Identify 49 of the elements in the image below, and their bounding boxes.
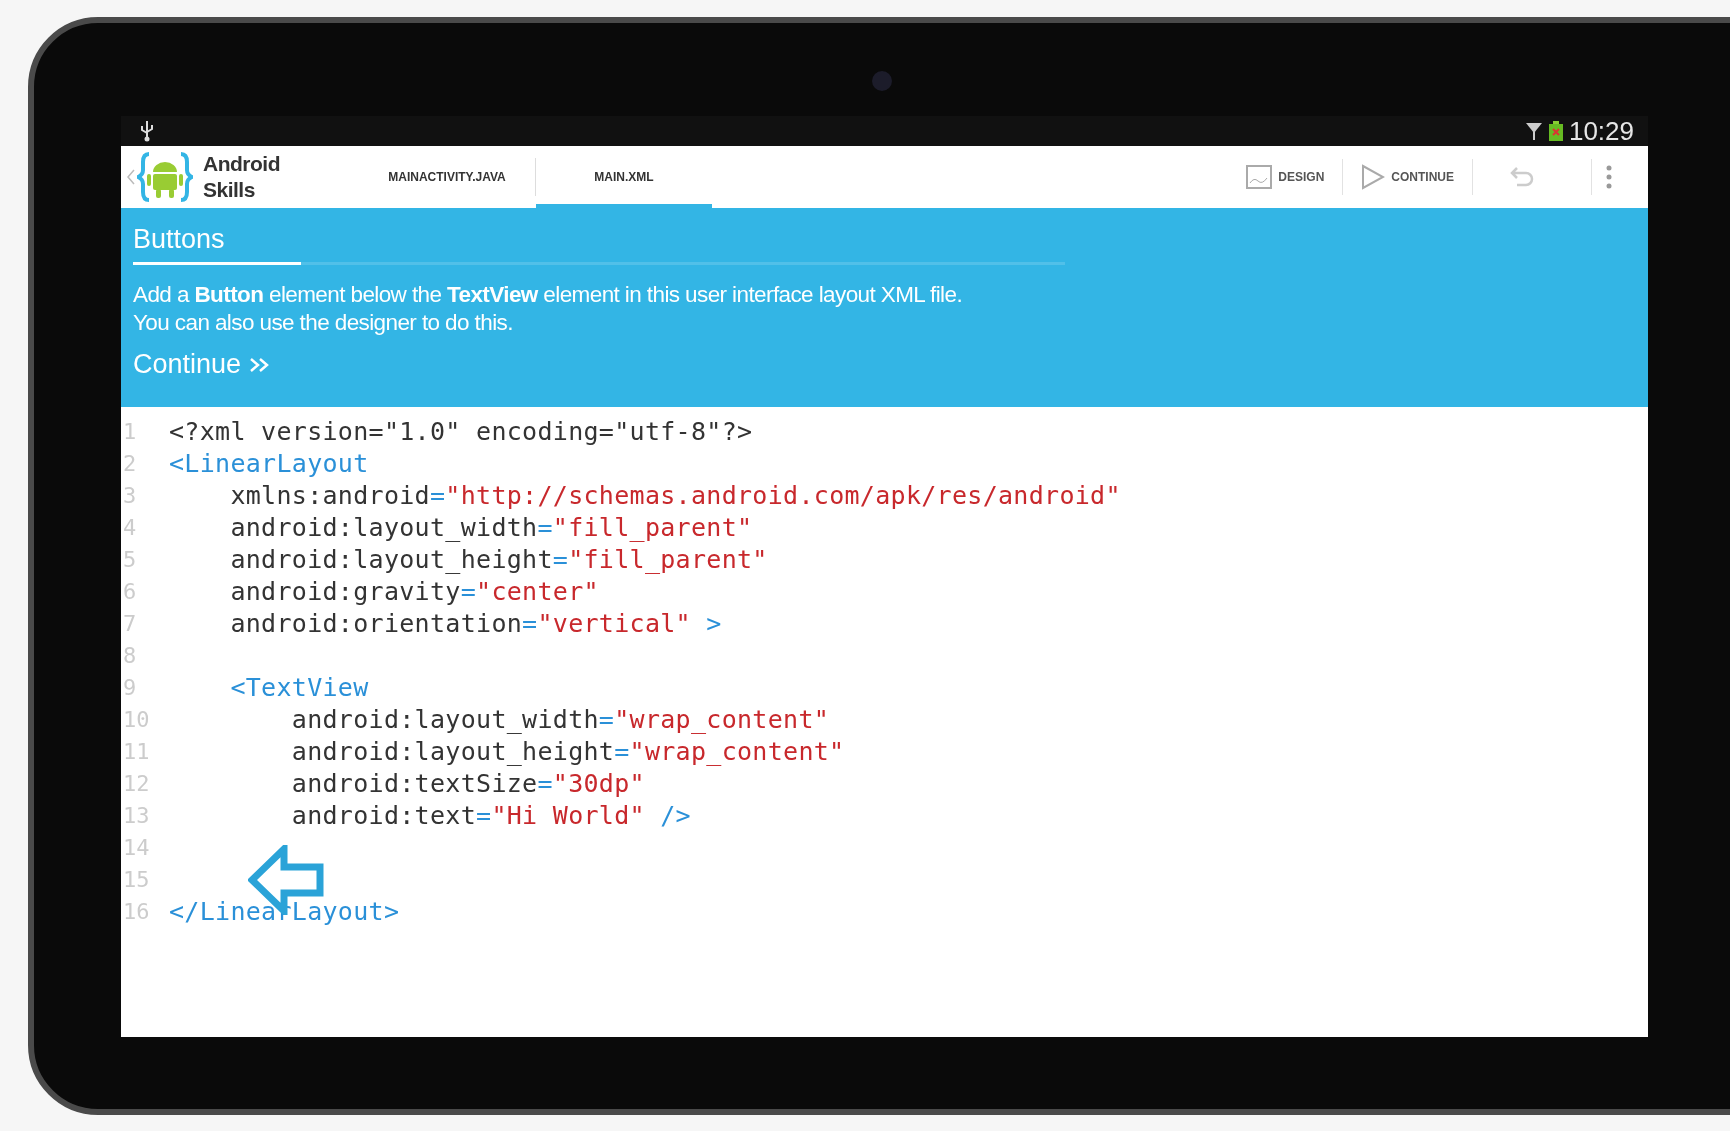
attribute-value: "fill_parent" xyxy=(552,512,753,542)
design-button[interactable]: DESIGN xyxy=(1242,161,1329,193)
attribute-name: android:gravity xyxy=(229,576,461,606)
equals-sign: = xyxy=(552,544,569,574)
equals-sign: = xyxy=(598,704,615,734)
attribute-value: "vertical" xyxy=(537,608,691,638)
equals-sign: = xyxy=(460,576,477,606)
attribute-name: android:layout_width xyxy=(229,512,538,542)
xml-tag: <LinearLayout xyxy=(169,448,369,478)
attribute-name: xmlns:android xyxy=(229,480,430,510)
picture-frame-icon xyxy=(1246,165,1273,189)
equals-sign: = xyxy=(430,480,446,510)
attribute-value: "30dp" xyxy=(552,768,645,798)
play-icon xyxy=(1361,164,1386,190)
clock-time: 10:29 xyxy=(1568,115,1634,147)
attribute-value: "Hi World" xyxy=(491,800,645,830)
app-title: Android Skills xyxy=(203,151,281,203)
attribute-name: android:layout_height xyxy=(290,736,615,766)
attribute-value: "center" xyxy=(476,576,599,606)
android-logo-icon xyxy=(137,152,193,202)
xml-tag: <TextView xyxy=(169,672,369,702)
attribute-value: "wrap_content" xyxy=(614,704,830,734)
continue-button[interactable]: CONTINUE xyxy=(1357,160,1458,194)
attribute-name: android:text xyxy=(290,800,477,830)
attribute-name: android:layout_width xyxy=(290,704,599,734)
equals-sign: = xyxy=(476,800,492,830)
attribute-value: "wrap_content" xyxy=(629,736,845,766)
equals-sign: = xyxy=(614,736,630,766)
battery-icon xyxy=(1548,121,1563,141)
equals-sign: = xyxy=(537,512,553,542)
attribute-name: android:textSize xyxy=(290,768,538,798)
instruction-text: You can also use the designer to do this. xyxy=(133,309,514,337)
instruction-text: Add a Button element below the TextView element in this user interface layout XML file. xyxy=(133,281,964,309)
usb-icon xyxy=(139,120,155,142)
lesson-title: Buttons xyxy=(133,224,226,255)
equals-sign: = xyxy=(537,768,553,798)
wifi-icon xyxy=(1524,121,1543,141)
file-tab[interactable]: MAINACTIVITY.JAVA xyxy=(359,146,535,208)
equals-sign: = xyxy=(522,608,538,638)
camera-icon xyxy=(872,71,892,91)
attribute-value: "fill_parent" xyxy=(568,544,768,574)
back-caret-icon[interactable] xyxy=(127,169,135,185)
attribute-name: android:layout_height xyxy=(229,544,553,574)
xml-tag: /> xyxy=(644,800,691,830)
xml-tag: > xyxy=(690,608,722,638)
attribute-name: android:orientation xyxy=(229,608,523,638)
code-text: <?xml version="1.0" encoding="utf-8"?> xyxy=(169,416,753,446)
attribute-value: "http://schemas.android.com/apk/res/android" xyxy=(445,480,1121,510)
overflow-menu-icon[interactable] xyxy=(1606,165,1612,189)
